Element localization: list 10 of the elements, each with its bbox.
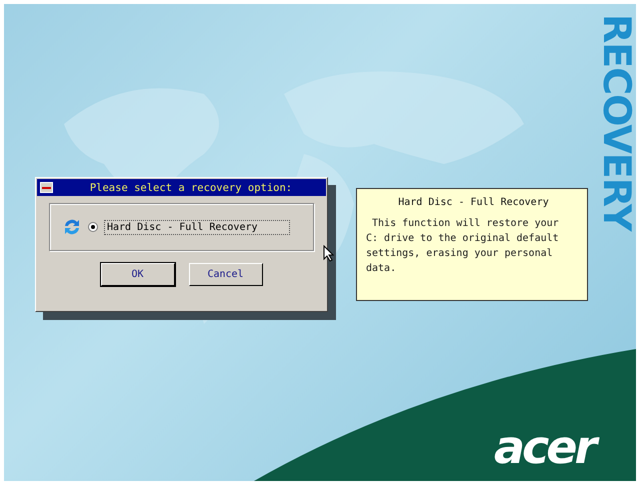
cancel-button[interactable]: Cancel (188, 263, 262, 286)
system-menu-icon[interactable] (40, 182, 53, 193)
sync-arrows-icon (62, 217, 82, 237)
recovery-wordmark: RECOVERY (598, 14, 636, 230)
info-description: This function will restore your C: drive to the original default settings, erasing your personal data. (366, 217, 559, 276)
radio-button[interactable] (88, 222, 98, 232)
info-title: Hard Disc - Full Recovery (397, 197, 550, 208)
ok-button[interactable]: OK (100, 263, 174, 286)
option-label[interactable]: Hard Disc - Full Recovery (104, 220, 290, 234)
dialog-title: Please select a recovery option: (88, 182, 294, 194)
